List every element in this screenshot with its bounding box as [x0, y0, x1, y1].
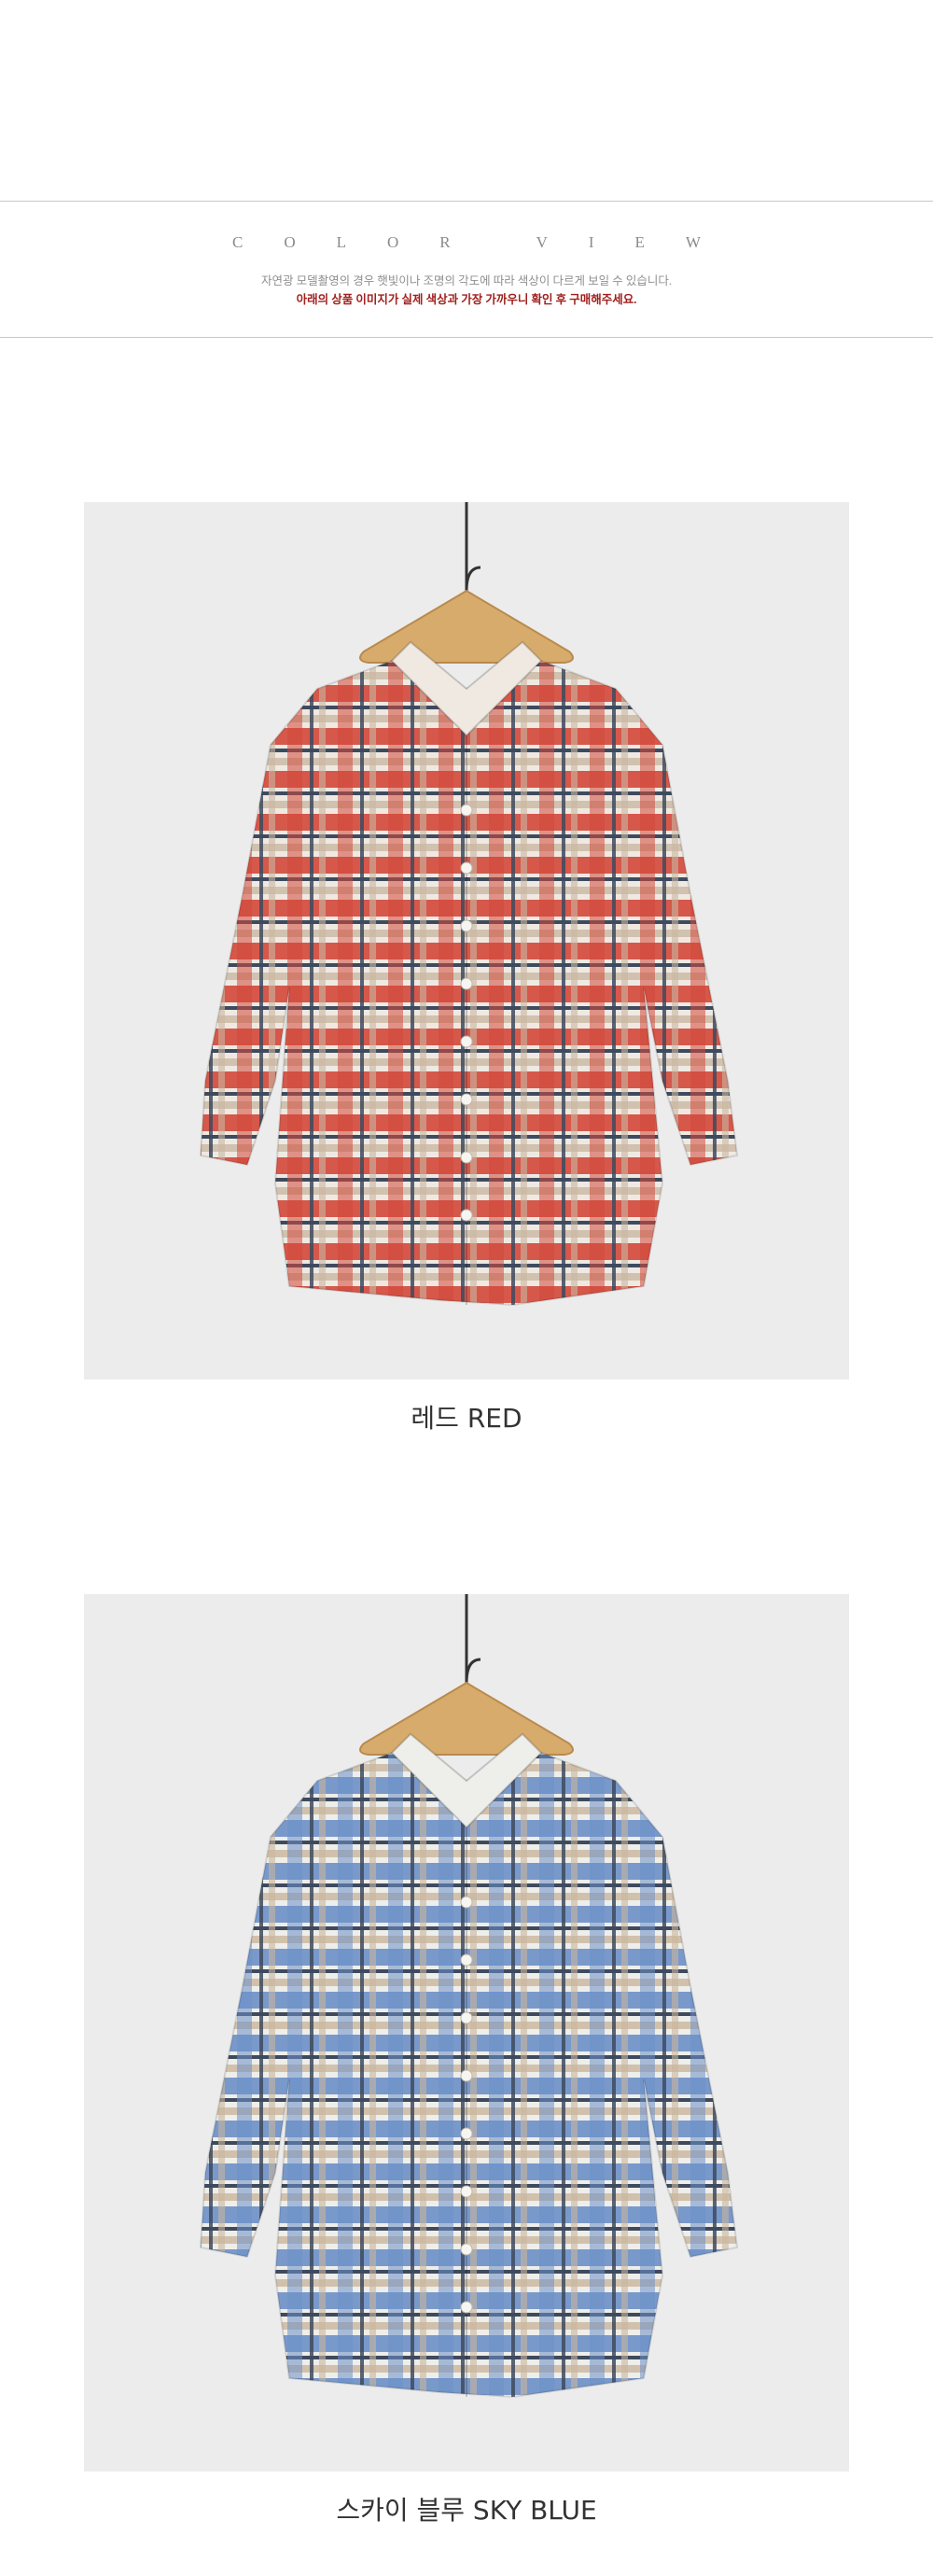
lighting-notice: 자연광 모델촬영의 경우 햇빛이나 조명의 각도에 따라 색상이 다르게 보일 …	[260, 274, 672, 287]
sky-blue-shirt-photo	[84, 1594, 849, 2471]
red-plaid-shirt-illustration	[199, 502, 739, 1307]
sky-blue-color-caption: 스카이 블루 SKY BLUE	[336, 2495, 597, 2526]
color-view-title: COLOR VIEW	[232, 233, 742, 251]
sky-blue-plaid-shirt-illustration	[199, 1594, 739, 2399]
red-shirt-photo	[84, 502, 849, 1379]
header-bottom-divider	[0, 337, 933, 338]
red-color-caption: 레드 RED	[411, 1403, 522, 1434]
header-top-divider	[0, 201, 933, 202]
color-accuracy-notice: 아래의 상품 이미지가 실제 색상과 가장 가까우니 확인 후 구매해주세요.	[296, 293, 637, 306]
